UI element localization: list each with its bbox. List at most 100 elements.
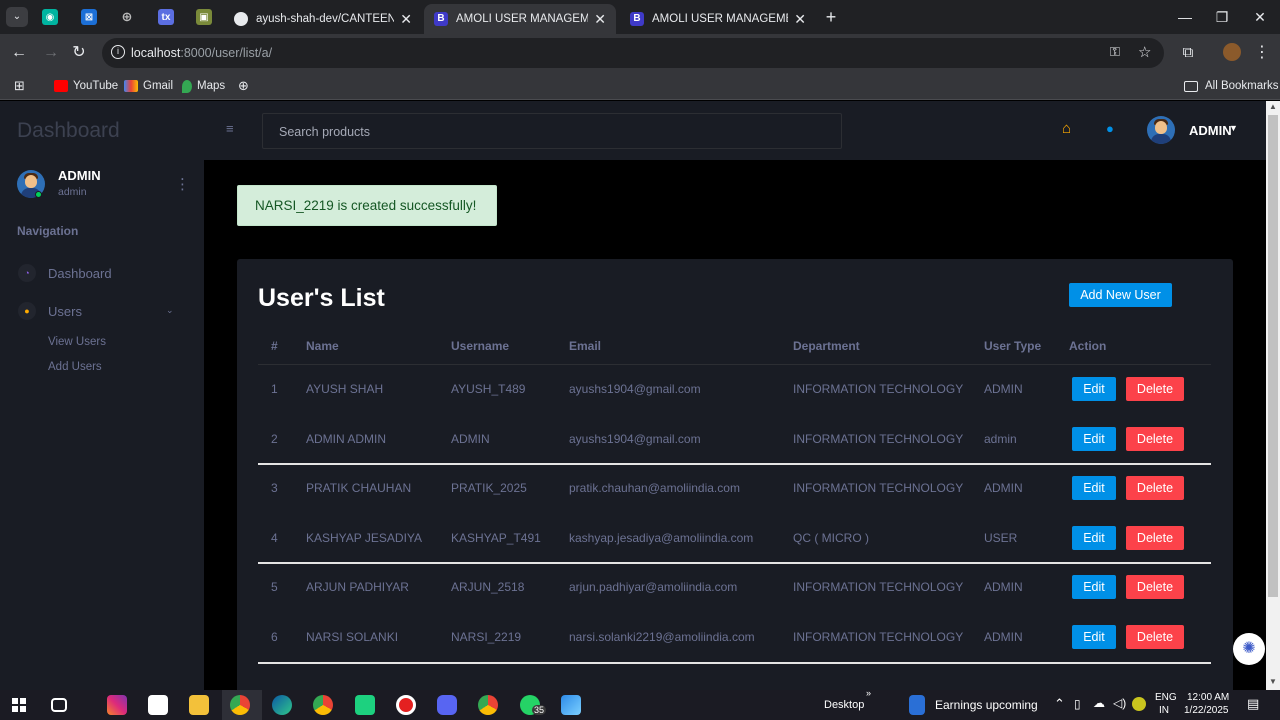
pycharm-icon[interactable] xyxy=(355,695,375,715)
edit-button[interactable]: Edit xyxy=(1072,575,1116,600)
url-input[interactable]: i localhost:8000/user/list/a/ ⚿ ☆ xyxy=(102,38,1164,68)
task-view-icon[interactable] xyxy=(51,698,67,712)
lang-line1[interactable]: ENG xyxy=(1155,692,1177,703)
extensions-icon[interactable]: ⧉ xyxy=(1177,42,1199,64)
reload-icon[interactable]: ↻ xyxy=(68,42,90,64)
pinned-tab-1-icon[interactable]: ◉ xyxy=(42,9,58,25)
caret-down-icon[interactable]: ▼ xyxy=(1229,123,1238,133)
tab-amoli-active[interactable]: B AMOLI USER MANAGEMENT SY ✕ xyxy=(424,4,616,34)
sidebar-subitem-add-users[interactable]: Add Users xyxy=(48,361,102,373)
bookmark-gmail[interactable]: Gmail xyxy=(124,77,173,95)
edit-button[interactable]: Edit xyxy=(1072,377,1116,401)
close-icon[interactable]: ✕ xyxy=(400,11,412,28)
pinned-tab-3-globe-icon[interactable]: ⊕ xyxy=(119,9,135,25)
tab-amoli-2[interactable]: B AMOLI USER MANAGEMENT SY ✕ xyxy=(620,4,816,34)
sidebar-item-dashboard[interactable]: ◔ Dashboard xyxy=(18,262,112,284)
chrome-icon-2[interactable] xyxy=(478,695,498,715)
edit-button[interactable]: Edit xyxy=(1072,625,1116,649)
scroll-down-arrow-icon[interactable]: ▼ xyxy=(1269,677,1277,686)
speedometer-icon: ◔ xyxy=(18,264,36,282)
pinned-tab-2-icon[interactable]: ⊠ xyxy=(81,9,97,25)
page-scrollbar[interactable]: ▲ ▼ xyxy=(1266,101,1280,690)
tab-github[interactable]: ayush-shah-dev/CANTEEN_MA ✕ xyxy=(224,4,422,34)
tray-status-icon[interactable] xyxy=(1132,697,1146,711)
floating-assistant-icon[interactable]: ✺ xyxy=(1233,633,1265,665)
tray-chevron-up-icon[interactable]: ⌃ xyxy=(1054,696,1065,712)
cell-user-type: ADMIN xyxy=(984,481,1023,496)
edit-button[interactable]: Edit xyxy=(1072,426,1116,451)
forward-arrow-icon[interactable]: → xyxy=(40,42,62,64)
sidebar-brand[interactable]: Dashboard xyxy=(17,119,120,143)
edge-icon[interactable] xyxy=(272,695,292,715)
discord-icon[interactable] xyxy=(437,695,457,715)
new-tab-plus-icon[interactable]: + xyxy=(820,6,842,28)
sidebar-item-users[interactable]: ● Users xyxy=(18,300,82,322)
cell-name: PRATIK CHAUHAN xyxy=(306,481,412,496)
capcut-icon[interactable] xyxy=(148,695,168,715)
sidebar-subitem-view-users[interactable]: View Users xyxy=(48,336,106,348)
chevron-down-icon[interactable]: ⌄ xyxy=(166,305,174,316)
add-new-user-button[interactable]: Add New User xyxy=(1069,283,1172,307)
delete-button[interactable]: Delete xyxy=(1126,575,1184,600)
recorder-icon[interactable] xyxy=(396,695,416,715)
globe-bookmark-icon[interactable]: ⊕ xyxy=(238,77,249,95)
delete-button[interactable]: Delete xyxy=(1126,377,1184,401)
delete-button[interactable]: Delete xyxy=(1126,476,1184,501)
back-arrow-icon[interactable]: ← xyxy=(8,42,30,64)
scrollbar-thumb[interactable] xyxy=(1268,115,1278,597)
delete-button[interactable]: Delete xyxy=(1126,426,1184,451)
chrome-profile-icon[interactable] xyxy=(313,695,333,715)
clock-time[interactable]: 12:00 AM xyxy=(1187,692,1229,703)
apps-grid-icon[interactable]: ⊞ xyxy=(14,77,25,95)
volume-icon[interactable]: ◁) xyxy=(1113,696,1126,710)
scroll-up-arrow-icon[interactable]: ▲ xyxy=(1269,102,1277,111)
bookmark-star-icon[interactable]: ☆ xyxy=(1138,43,1151,61)
cell-user-type: ADMIN xyxy=(984,382,1023,396)
menu-toggle-icon[interactable]: ≡ xyxy=(226,121,234,136)
chrome-icon[interactable] xyxy=(230,695,250,715)
all-bookmarks[interactable]: All Bookmarks xyxy=(1184,77,1279,95)
edit-button[interactable]: Edit xyxy=(1072,525,1116,550)
notification-icon[interactable]: ▤ xyxy=(1247,696,1259,712)
home-icon[interactable]: ⌂ xyxy=(1062,120,1071,137)
browser-menu-icon[interactable]: ⋮ xyxy=(1251,42,1273,64)
desktop-chevron-icon[interactable]: » xyxy=(866,688,871,698)
sidebar-profile-menu-icon[interactable]: ⋮ xyxy=(175,175,190,193)
delete-button[interactable]: Delete xyxy=(1126,525,1184,550)
clock-date[interactable]: 1/22/2025 xyxy=(1184,705,1229,716)
file-explorer-icon[interactable] xyxy=(189,695,209,715)
user-profile-icon[interactable]: ● xyxy=(1106,121,1114,136)
password-key-icon[interactable]: ⚿ xyxy=(1110,44,1120,60)
maximize-icon[interactable]: ❐ xyxy=(1211,6,1233,28)
delete-button[interactable]: Delete xyxy=(1126,625,1184,649)
bookmark-youtube[interactable]: YouTube xyxy=(54,77,118,95)
github-icon xyxy=(234,12,248,26)
lang-line2[interactable]: IN xyxy=(1159,705,1169,716)
topnav-avatar[interactable] xyxy=(1147,116,1175,144)
close-icon[interactable]: ✕ xyxy=(794,11,806,28)
news-icon[interactable] xyxy=(909,695,925,715)
instagram-icon[interactable] xyxy=(107,695,127,715)
window-close-icon[interactable]: ✕ xyxy=(1249,6,1271,28)
cell-user-type: ADMIN xyxy=(984,580,1023,595)
profile-avatar-icon[interactable] xyxy=(1223,43,1241,61)
close-icon[interactable]: ✕ xyxy=(594,11,606,28)
pinned-tab-5-icon[interactable]: ▣ xyxy=(196,9,212,25)
minimize-icon[interactable]: — xyxy=(1174,6,1196,28)
photos-icon[interactable] xyxy=(561,695,581,715)
desktop-label[interactable]: Desktop xyxy=(824,699,864,711)
search-input[interactable]: Search products xyxy=(262,113,842,149)
bookmark-maps[interactable]: Maps xyxy=(182,77,225,95)
network-icon[interactable]: ☁ xyxy=(1093,696,1105,710)
tray-app-icon[interactable]: ▯ xyxy=(1074,697,1081,711)
cell-email: narsi.solanki2219@amoliindia.com xyxy=(569,630,755,644)
pinned-tab-4-icon[interactable]: tx xyxy=(158,9,174,25)
topnav-user-label[interactable]: ADMIN xyxy=(1189,123,1232,138)
page-title: User's List xyxy=(258,284,385,312)
edit-button[interactable]: Edit xyxy=(1072,476,1116,501)
site-info-icon[interactable]: i xyxy=(111,45,125,59)
windows-start-icon[interactable] xyxy=(12,698,26,712)
cell-username: ADMIN xyxy=(451,431,490,446)
tab-search-button[interactable]: ⌄ xyxy=(6,7,28,27)
news-label[interactable]: Earnings upcoming xyxy=(935,698,1038,712)
